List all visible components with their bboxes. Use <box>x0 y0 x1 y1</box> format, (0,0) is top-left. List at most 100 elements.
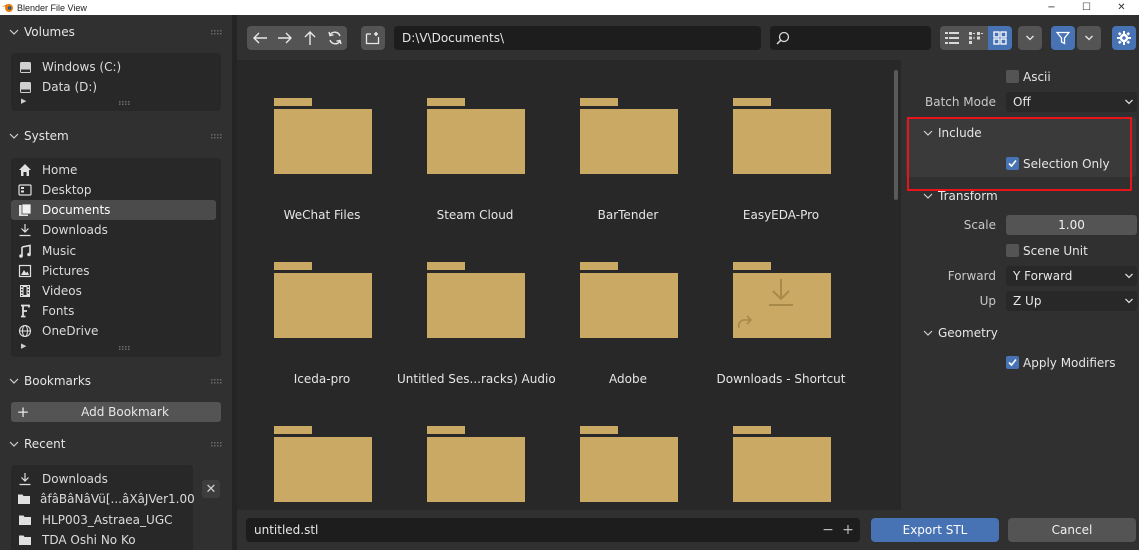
volumes-panel-header[interactable]: Volumes <box>0 21 232 43</box>
home-icon <box>17 162 33 178</box>
batch-mode-select[interactable]: Off <box>1006 92 1137 112</box>
ascii-checkbox[interactable] <box>1006 70 1019 83</box>
system-panel-header[interactable]: System <box>0 125 232 147</box>
file-item[interactable] <box>558 426 698 510</box>
arrow-left-icon <box>252 32 267 44</box>
close-window-button[interactable]: ✕ <box>1104 0 1139 15</box>
sidebar-item-windows-c[interactable]: Windows (C:) <box>11 57 216 77</box>
display-settings-dropdown[interactable] <box>1018 26 1042 50</box>
sidebar-item-documents[interactable]: Documents <box>11 200 216 220</box>
grip-icon[interactable] <box>211 442 223 447</box>
grip-icon[interactable] <box>211 379 223 384</box>
search-input[interactable] <box>770 26 931 50</box>
recent-item-folder[interactable]: âfâBâNâVü[...âXâJVer1.00 <box>11 489 195 509</box>
download-icon <box>17 222 33 238</box>
file-label: BarTender <box>597 208 659 222</box>
sidebar-item-data-d[interactable]: Data (D:) <box>11 77 216 97</box>
file-item[interactable]: Iceda-pro <box>252 262 392 412</box>
forward-value: Y Forward <box>1013 269 1073 283</box>
remove-recent-button[interactable]: ✕ <box>202 480 220 498</box>
grip-icon[interactable] <box>211 30 223 35</box>
up-row: Up Z Up <box>901 291 1139 311</box>
geometry-section-header[interactable]: Geometry <box>901 321 1139 345</box>
sidebar-item-pictures[interactable]: Pictures <box>11 261 216 281</box>
expand-triangle-icon[interactable]: ▶ <box>21 97 26 105</box>
forward-button[interactable] <box>272 26 297 50</box>
forward-axis-select[interactable]: Y Forward <box>1006 266 1137 286</box>
sidebar-item-label: Videos <box>42 284 82 298</box>
export-stl-button[interactable]: Export STL <box>871 518 999 542</box>
file-item[interactable]: Downloads - Shortcut <box>711 262 851 412</box>
decrement-filename-button[interactable]: − <box>818 518 838 542</box>
cancel-button[interactable]: Cancel <box>1008 518 1136 542</box>
recent-item-folder[interactable]: TDA Oshi No Ko <box>11 530 191 550</box>
volumes-title: Volumes <box>24 25 75 39</box>
scene-unit-checkbox[interactable] <box>1006 244 1019 257</box>
filter-settings-dropdown[interactable] <box>1077 26 1101 50</box>
sidebar-item-fonts[interactable]: Fonts <box>11 301 216 321</box>
include-section-header[interactable]: Include <box>901 121 1139 145</box>
file-item[interactable]: BarTender <box>558 98 698 248</box>
horizontal-list-button[interactable] <box>964 26 988 50</box>
sidebar-item-label: Documents <box>42 203 111 217</box>
refresh-button[interactable] <box>322 26 347 50</box>
system-title: System <box>24 129 69 143</box>
filename-input[interactable]: untitled.stl − + <box>246 518 860 542</box>
sidebar-item-onedrive[interactable]: OneDrive <box>11 321 216 341</box>
sidebar-item-desktop[interactable]: Desktop <box>11 180 216 200</box>
back-button[interactable] <box>247 26 272 50</box>
up-value: Z Up <box>1013 294 1042 308</box>
file-item[interactable]: Untitled Ses...racks) Audio <box>397 262 556 412</box>
sidebar-item-downloads[interactable]: Downloads <box>11 220 216 240</box>
add-bookmark-button[interactable]: + Add Bookmark <box>11 402 221 422</box>
file-item[interactable]: Steam Cloud <box>405 98 545 248</box>
vertical-list-button[interactable] <box>940 26 964 50</box>
drive-icon <box>17 79 33 95</box>
apply-modifiers-row: Apply Modifiers <box>901 353 1139 373</box>
file-item[interactable]: WeChat Files <box>252 98 392 248</box>
expand-triangle-icon[interactable]: ▶ <box>21 342 26 350</box>
file-item[interactable] <box>405 426 545 510</box>
sidebar-item-home[interactable]: Home <box>11 160 216 180</box>
recent-item-downloads[interactable]: Downloads <box>11 469 191 489</box>
selection-only-checkbox[interactable] <box>1006 157 1019 170</box>
apply-modifiers-checkbox[interactable] <box>1006 356 1019 369</box>
file-scrollbar[interactable] <box>894 70 898 200</box>
grip-icon[interactable] <box>211 134 223 139</box>
file-item[interactable] <box>252 426 392 510</box>
recent-item-folder[interactable]: HLP003_Astraea_UGC <box>11 510 191 530</box>
file-item[interactable] <box>711 426 851 510</box>
filter-toggle-button[interactable] <box>1051 26 1075 50</box>
directory-path-input[interactable]: D:\V\Documents\ <box>394 26 761 50</box>
navigation-group <box>247 26 347 50</box>
sidebar-item-videos[interactable]: Videos <box>11 281 216 301</box>
transform-section-header[interactable]: Transform <box>901 184 1139 208</box>
file-item[interactable]: EasyEDA-Pro <box>711 98 851 248</box>
scale-field[interactable]: 1.00 <box>1006 215 1137 235</box>
parent-directory-button[interactable] <box>297 26 322 50</box>
thumbnails-button[interactable] <box>988 26 1012 50</box>
new-directory-button[interactable] <box>361 26 385 50</box>
apply-modifiers-label: Apply Modifiers <box>1023 356 1116 370</box>
sidebar-item-music[interactable]: Music <box>11 241 216 261</box>
forward-label: Forward <box>947 269 996 283</box>
up-axis-select[interactable]: Z Up <box>1006 291 1137 311</box>
bookmarks-panel-header[interactable]: Bookmarks <box>0 370 232 392</box>
forward-row: Forward Y Forward <box>901 266 1139 286</box>
minimize-button[interactable]: − <box>1034 0 1069 15</box>
file-label: Iceda-pro <box>293 372 351 386</box>
increment-filename-button[interactable]: + <box>838 518 858 542</box>
file-item[interactable]: Adobe <box>558 262 698 412</box>
filename-value: untitled.stl <box>254 523 319 537</box>
settings-toggle-button[interactable] <box>1112 26 1136 50</box>
resize-dots-icon[interactable] <box>119 346 133 350</box>
recent-panel-header[interactable]: Recent <box>0 433 232 455</box>
volumes-list: Windows (C:) Data (D:) ▶ <box>11 53 221 111</box>
maximize-button[interactable]: ☐ <box>1069 0 1104 15</box>
desktop-icon <box>17 182 33 198</box>
resize-dots-icon[interactable] <box>119 101 133 105</box>
sidebar-item-label: Data (D:) <box>42 80 98 94</box>
sidebar-item-label: Desktop <box>42 183 92 197</box>
scale-label: Scale <box>963 218 996 232</box>
sidebar: Volumes Windows (C:) Data (D:) ▶ System … <box>0 15 232 550</box>
